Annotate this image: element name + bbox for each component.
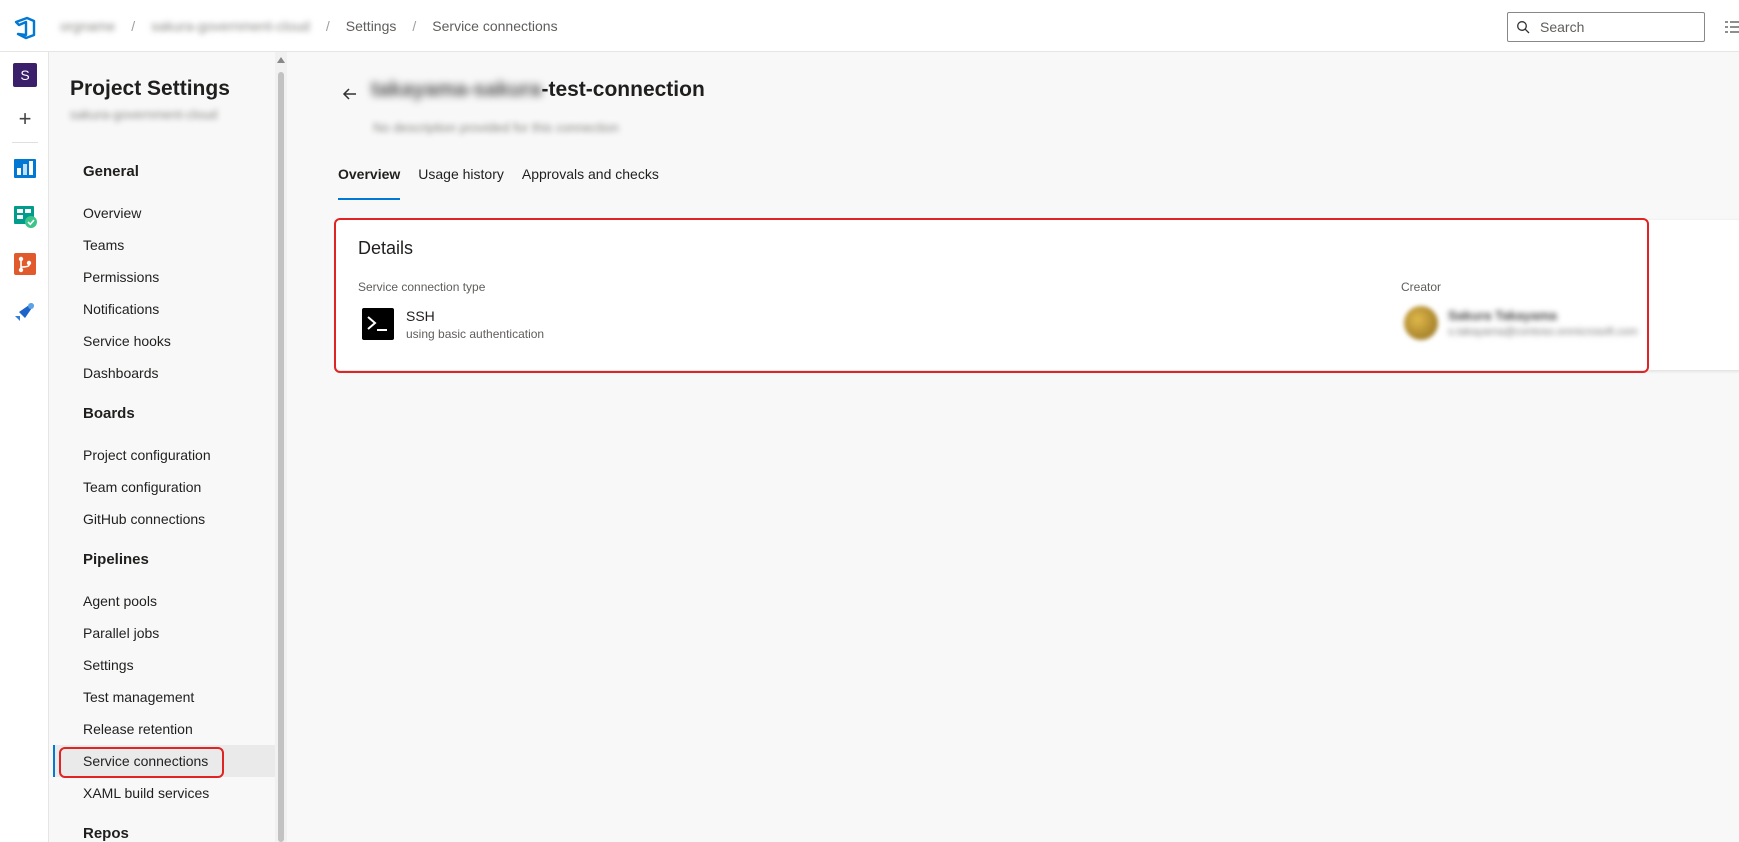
tab-bar: Overview Usage history Approvals and che…	[338, 166, 677, 200]
nav-item-service-connections[interactable]: Service connections	[53, 745, 279, 777]
nav-item-service-hooks[interactable]: Service hooks	[53, 325, 279, 357]
breadcrumb-separator: /	[325, 18, 330, 34]
top-bar: orgname / sakura-government-cloud / Sett…	[0, 0, 1739, 52]
scrollbar-thumb[interactable]	[278, 72, 284, 842]
nav-scrollbar[interactable]	[275, 52, 287, 842]
page-title-blurred-prefix: takayama-sakura	[371, 78, 542, 101]
creator-name: Sakura Takayama	[1448, 308, 1557, 323]
project-avatar[interactable]: S	[13, 63, 37, 87]
creator-avatar	[1404, 306, 1438, 340]
details-card: Details Service connection type SSH usin…	[336, 220, 1739, 370]
pipelines-icon[interactable]	[13, 300, 37, 324]
page-subtitle: No description provided for this connect…	[373, 120, 619, 135]
nav-project-name: sakura-government-cloud	[70, 107, 218, 122]
search-box[interactable]	[1507, 12, 1705, 42]
service-connection-auth: using basic authentication	[406, 327, 545, 341]
nav-item-team-configuration[interactable]: Team configuration	[53, 471, 279, 503]
nav-item-teams[interactable]: Teams	[53, 229, 279, 261]
page-title: takayama-sakura-test-connection	[371, 78, 705, 102]
overview-icon[interactable]	[13, 156, 37, 180]
tab-usage-history[interactable]: Usage history	[418, 166, 504, 200]
boards-icon[interactable]	[13, 204, 37, 228]
nav-section-repos: Repos	[83, 825, 129, 842]
nav-section-pipelines: Pipelines	[83, 551, 149, 568]
creator-email: s.takayama@contoso.onmicrosoft.com	[1448, 326, 1638, 338]
breadcrumb-separator: /	[131, 18, 136, 34]
nav-item-xaml-build-services[interactable]: XAML build services	[53, 777, 279, 809]
nav-item-permissions[interactable]: Permissions	[53, 261, 279, 293]
nav-item-overview[interactable]: Overview	[53, 197, 279, 229]
nav-section-general: General	[83, 163, 139, 180]
search-icon	[1517, 21, 1530, 34]
terminal-icon	[362, 308, 394, 340]
search-input[interactable]	[1538, 18, 1692, 36]
back-arrow-icon[interactable]	[340, 84, 360, 104]
nav-title: Project Settings	[70, 77, 230, 100]
nav-item-settings[interactable]: Settings	[53, 649, 279, 681]
azure-devops-logo-icon[interactable]	[13, 16, 37, 40]
service-connection-type-name: SSH	[406, 308, 435, 324]
nav-item-agent-pools[interactable]: Agent pools	[53, 585, 279, 617]
breadcrumb-settings[interactable]: Settings	[346, 18, 397, 34]
creator-label: Creator	[1401, 280, 1442, 294]
nav-item-github-connections[interactable]: GitHub connections	[53, 503, 279, 535]
nav-item-notifications[interactable]: Notifications	[53, 293, 279, 325]
nav-item-release-retention[interactable]: Release retention	[53, 713, 279, 745]
nav-section-boards: Boards	[83, 405, 135, 422]
breadcrumb: orgname / sakura-government-cloud / Sett…	[60, 0, 558, 52]
details-title: Details	[358, 238, 414, 258]
service-connection-type-label: Service connection type	[358, 280, 486, 294]
nav-item-project-configuration[interactable]: Project configuration	[53, 439, 279, 471]
project-settings-nav: Project Settings sakura-government-cloud…	[49, 52, 287, 842]
breadcrumb-project[interactable]: sakura-government-cloud	[151, 18, 310, 34]
task-list-icon[interactable]	[1725, 20, 1739, 34]
add-icon[interactable]: +	[14, 108, 36, 130]
repos-icon[interactable]	[13, 252, 37, 276]
app-rail: S +	[0, 52, 49, 842]
scroll-up-arrow-icon[interactable]	[277, 57, 285, 63]
tab-approvals-and-checks[interactable]: Approvals and checks	[522, 166, 659, 200]
breadcrumb-organization[interactable]: orgname	[60, 18, 115, 34]
page-title-suffix: -test-connection	[541, 78, 705, 101]
tab-overview[interactable]: Overview	[338, 166, 401, 200]
breadcrumb-service-connections[interactable]: Service connections	[432, 18, 557, 34]
rail-divider	[12, 142, 38, 143]
nav-item-parallel-jobs[interactable]: Parallel jobs	[53, 617, 279, 649]
nav-item-test-management[interactable]: Test management	[53, 681, 279, 713]
breadcrumb-separator: /	[412, 18, 417, 34]
nav-item-dashboards[interactable]: Dashboards	[53, 357, 279, 389]
